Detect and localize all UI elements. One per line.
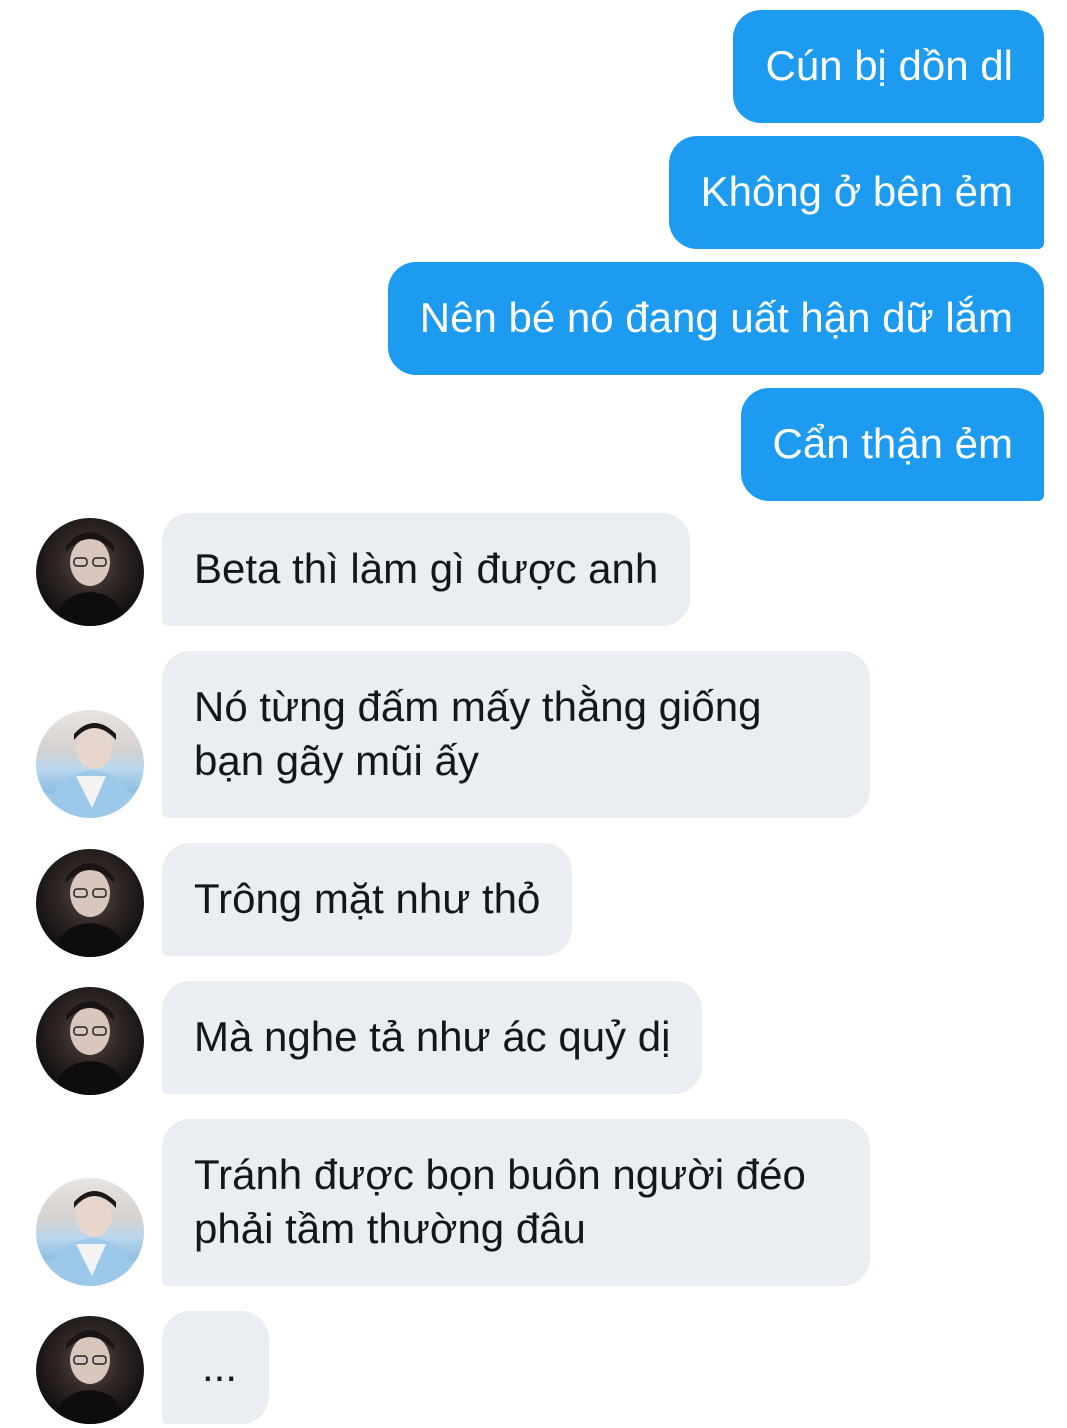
message-text: Mà nghe tả như ác quỷ dị bbox=[194, 1013, 671, 1060]
avatar-dark-portrait[interactable] bbox=[36, 1316, 144, 1424]
outgoing-message-bubble[interactable]: Cún bị dồn dl bbox=[733, 10, 1044, 123]
message-text: ... bbox=[202, 1343, 238, 1390]
message-text: Cún bị dồn dl bbox=[765, 42, 1013, 89]
message-text: Nên bé nó đang uất hận dữ lắm bbox=[419, 294, 1013, 341]
incoming-message-bubble[interactable]: Tránh được bọn buôn người đéo phải tầm t… bbox=[162, 1119, 870, 1286]
avatar-dark-portrait[interactable] bbox=[36, 849, 144, 957]
outgoing-message-bubble[interactable]: Nên bé nó đang uất hận dữ lắm bbox=[387, 262, 1044, 375]
message-text: Trông mặt như thỏ bbox=[194, 875, 541, 922]
message-thread: Cún bị dồn dl Không ở bên ẻm Nên bé nó đ… bbox=[0, 0, 1067, 1428]
avatar-dark-portrait[interactable] bbox=[36, 987, 144, 1095]
message-text: Nó từng đấm mấy thằng giống bạn gãy mũi … bbox=[194, 683, 762, 784]
incoming-message-bubble[interactable]: Beta thì làm gì được anh bbox=[162, 513, 691, 626]
avatar-hanbok-portrait[interactable] bbox=[36, 1178, 144, 1286]
avatar-hanbok-portrait[interactable] bbox=[36, 710, 144, 818]
outgoing-message-bubble[interactable]: Không ở bên ẻm bbox=[668, 136, 1044, 249]
incoming-message-bubble[interactable]: Nó từng đấm mấy thằng giống bạn gãy mũi … bbox=[162, 651, 870, 818]
incoming-message-bubble[interactable]: Mà nghe tả như ác quỷ dị bbox=[162, 981, 703, 1094]
message-text: Tránh được bọn buôn người đéo phải tầm t… bbox=[194, 1151, 806, 1252]
message-text: Beta thì làm gì được anh bbox=[194, 545, 659, 592]
outgoing-message-bubble[interactable]: Cẩn thận ẻm bbox=[740, 388, 1044, 501]
incoming-message-bubble[interactable]: ... bbox=[162, 1311, 270, 1424]
message-text: Cẩn thận ẻm bbox=[772, 420, 1013, 467]
incoming-message-bubble[interactable]: Trông mặt như thỏ bbox=[162, 843, 573, 956]
message-text: Không ở bên ẻm bbox=[700, 168, 1013, 215]
avatar-dark-portrait[interactable] bbox=[36, 518, 144, 626]
